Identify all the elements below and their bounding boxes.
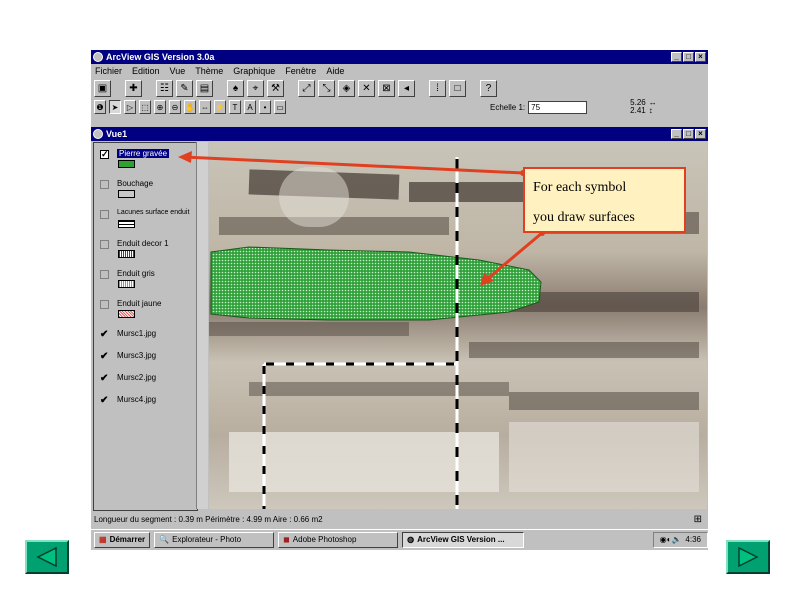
previous-slide-button[interactable]	[25, 540, 69, 574]
triangle-right-icon	[738, 547, 759, 567]
callout-arrow-to-polygon	[485, 231, 543, 282]
arrowhead-icon	[178, 151, 192, 163]
callout-line-1: For each symbol	[533, 180, 627, 195]
callout-line-2: you draw surfaces	[533, 210, 635, 225]
callout-arrow-to-legend	[183, 155, 524, 175]
annotation-layer	[178, 151, 545, 286]
next-slide-button[interactable]	[726, 540, 770, 574]
triangle-left-icon	[36, 547, 57, 567]
annotation-callout: For each symbol you draw surfaces	[523, 167, 686, 233]
